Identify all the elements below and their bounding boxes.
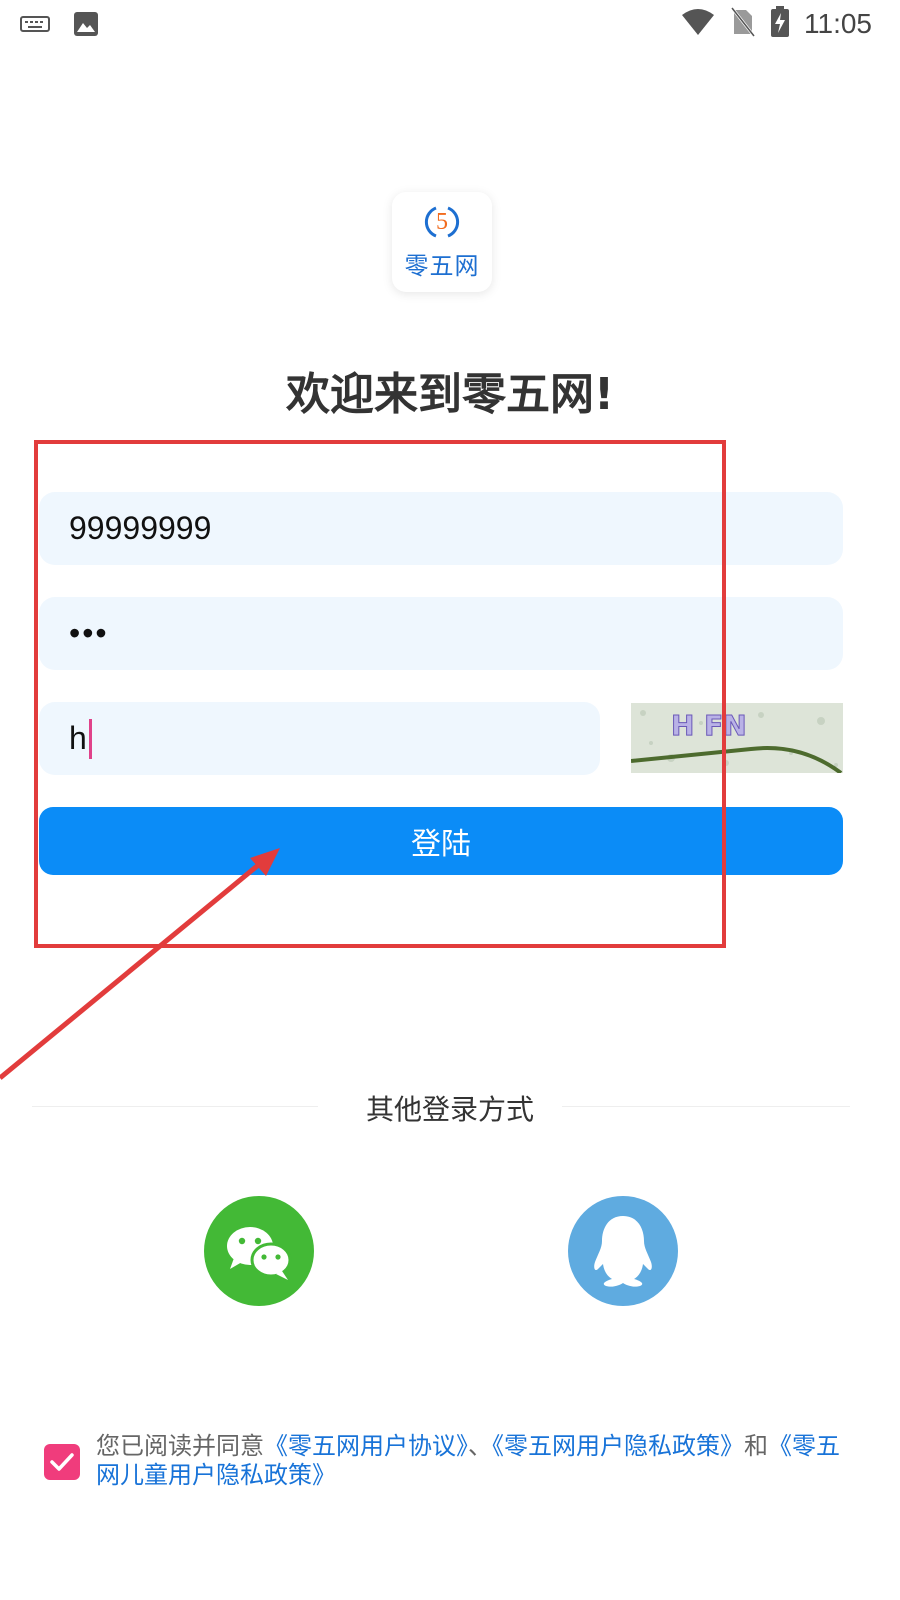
agreement-separator: 、 xyxy=(468,1432,492,1460)
clock: 11:05 xyxy=(804,8,872,39)
app-logo: 5 零五网 xyxy=(392,192,492,292)
page-title: 欢迎来到零五网! xyxy=(285,369,615,420)
privacy-policy-link[interactable]: 《零五网用户隐私政策》 xyxy=(492,1432,744,1460)
annotation-arrow-icon xyxy=(0,848,280,1080)
battery-charging-icon xyxy=(770,6,790,42)
agreement-checkbox[interactable] xyxy=(44,1444,80,1480)
user-agreement-link[interactable]: 《零五网用户协议》 xyxy=(264,1432,468,1460)
wechat-icon xyxy=(227,1227,292,1280)
keyboard-icon xyxy=(20,14,50,38)
logo-digit: 5 xyxy=(436,209,448,235)
wifi-icon xyxy=(680,7,716,41)
other-login-title: 其他登录方式 xyxy=(365,1093,534,1126)
image-icon xyxy=(72,10,100,42)
logo-name: 零五网 xyxy=(404,252,480,280)
wechat-login-button[interactable] xyxy=(204,1196,314,1306)
agreement-and: 和 xyxy=(744,1432,768,1460)
checkmark-icon xyxy=(50,1453,74,1471)
qq-login-button[interactable] xyxy=(568,1196,678,1306)
no-sim-icon xyxy=(730,6,756,42)
qq-icon xyxy=(594,1216,652,1287)
status-bar: 11:05 xyxy=(0,0,900,48)
agreement-prefix: 您已阅读并同意 xyxy=(96,1432,264,1460)
agreement-text: 您已阅读并同意《零五网用户协议》、《零五网用户隐私政策》和《零五网儿童用户隐私政… xyxy=(96,1432,856,1490)
